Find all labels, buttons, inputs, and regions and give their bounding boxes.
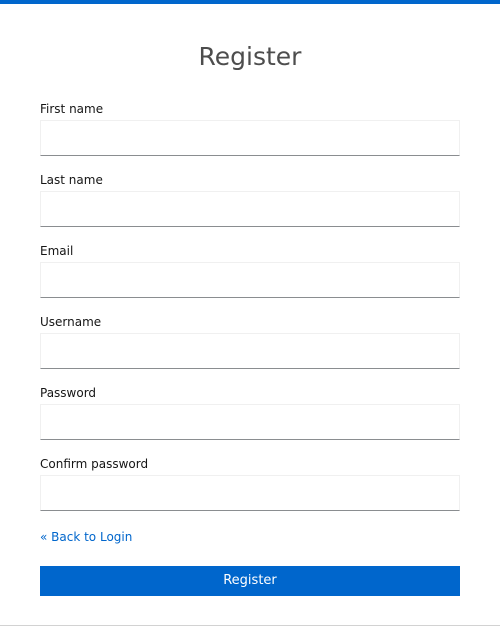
password-input[interactable]	[40, 404, 460, 440]
page-title: Register	[198, 42, 302, 71]
username-label: Username	[40, 315, 102, 329]
last-name-label: Last name	[40, 173, 103, 187]
confirm-password-input[interactable]	[40, 475, 460, 511]
first-name-group: First name	[40, 100, 460, 171]
confirm-password-group: Confirm password	[40, 455, 460, 526]
first-name-label: First name	[40, 102, 104, 116]
first-name-input[interactable]	[40, 120, 460, 156]
bottom-divider	[0, 625, 500, 626]
confirm-password-label: Confirm password	[40, 457, 149, 471]
username-group: Username	[40, 313, 460, 384]
back-to-login-link[interactable]: « Back to Login	[40, 528, 132, 546]
register-form: First name Last name Email Username Pass…	[40, 100, 460, 596]
last-name-input[interactable]	[40, 191, 460, 227]
last-name-group: Last name	[40, 171, 460, 242]
password-group: Password	[40, 384, 460, 455]
password-label: Password	[40, 386, 97, 400]
email-input[interactable]	[40, 262, 460, 298]
register-button[interactable]: Register	[40, 566, 460, 596]
top-accent-bar	[0, 0, 500, 4]
username-input[interactable]	[40, 333, 460, 369]
email-label: Email	[40, 244, 74, 258]
email-group: Email	[40, 242, 460, 313]
